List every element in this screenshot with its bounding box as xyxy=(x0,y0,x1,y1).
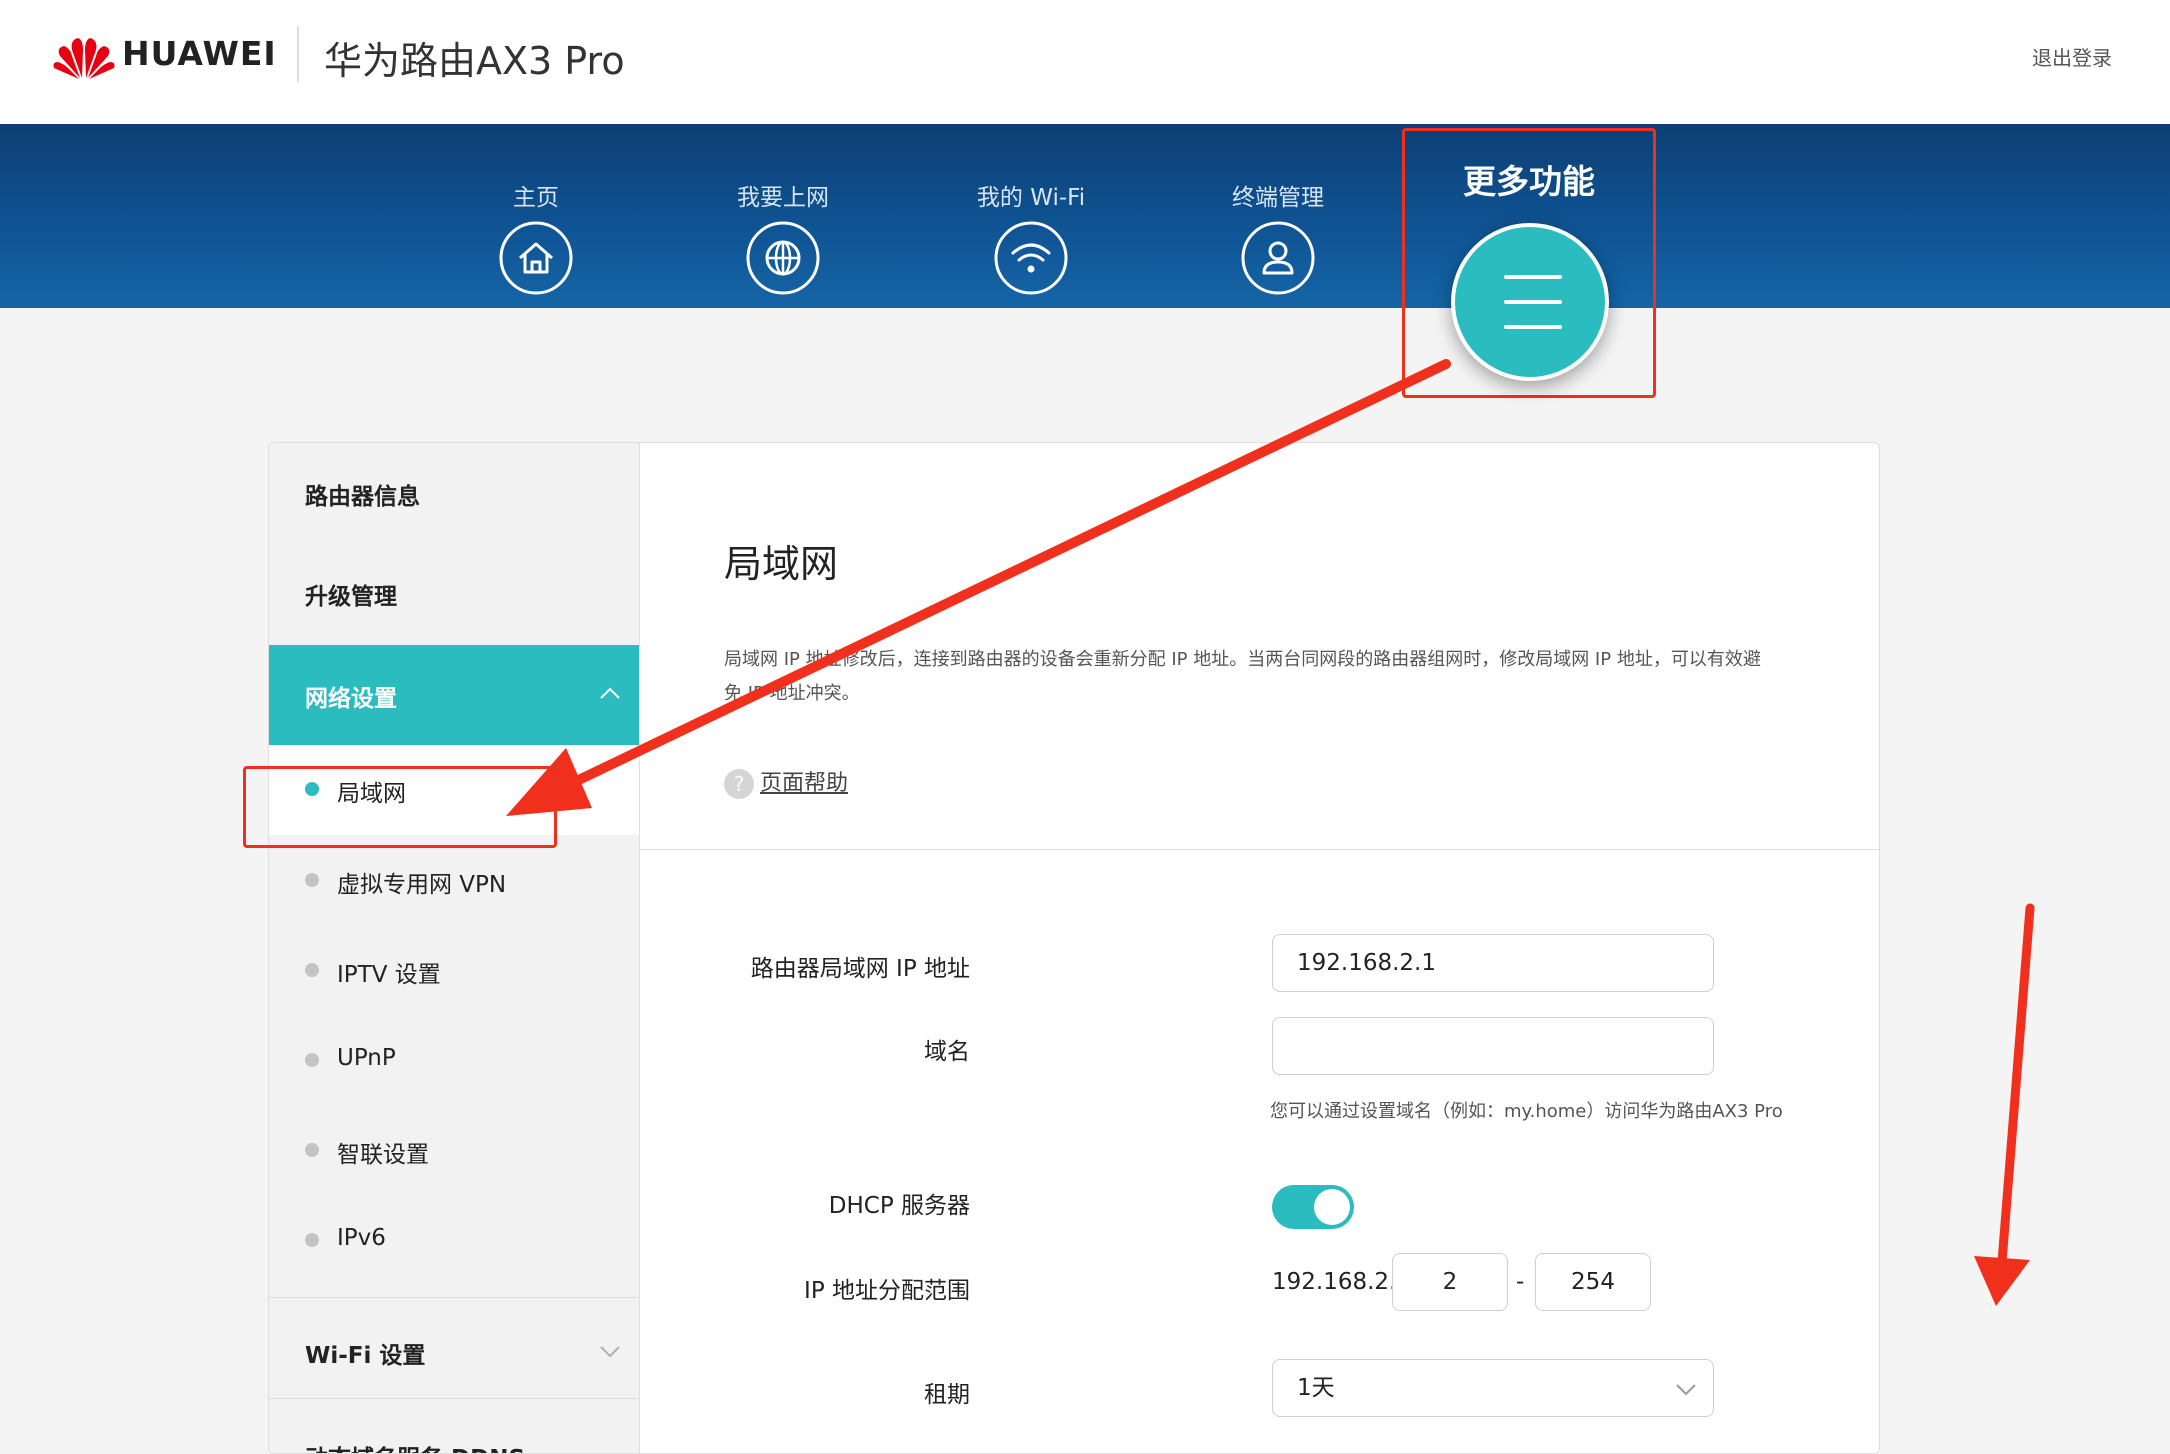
dhcp-label: DHCP 服务器 xyxy=(828,1193,970,1219)
lan-ip-input[interactable]: 192.168.2.1 xyxy=(1272,934,1714,992)
nav-item-wifi[interactable]: 我的 Wi-Fi xyxy=(956,178,1106,296)
sidebar-item-upgrade[interactable]: 升级管理 xyxy=(269,543,639,643)
chevron-up-icon xyxy=(600,687,620,699)
logout-link[interactable]: 退出登录 xyxy=(2032,42,2112,71)
globe-icon xyxy=(746,221,820,295)
ip-range-start-input[interactable]: 2 xyxy=(1392,1253,1508,1311)
page-description: 局域网 IP 地址修改后，连接到路由器的设备会重新分配 IP 地址。当两台同网段… xyxy=(724,649,1761,704)
more-functions-button[interactable]: 更多功能 xyxy=(1402,128,1656,398)
nav-item-label: 我的 Wi-Fi xyxy=(976,185,1086,211)
bullet-dot xyxy=(305,1053,319,1067)
domain-hint: 您可以通过设置域名（例如：my.home）访问华为路由AX3 Pro xyxy=(1270,1101,1783,1122)
sidebar: 路由器信息 升级管理 网络设置 局域网 虚拟专用网 VPN IPTV 设置 UP… xyxy=(269,443,640,1453)
nav-item-label: 终端管理 xyxy=(1232,185,1324,211)
sidebar-item-label: 动态域名服务 DDNS xyxy=(305,1439,525,1453)
content-area: 局域网 局域网 IP 地址修改后，连接到路由器的设备会重新分配 IP 地址。当两… xyxy=(640,443,1879,1453)
sidebar-subitem-label: UPnP xyxy=(337,1045,396,1071)
toggle-knob xyxy=(1314,1189,1350,1225)
domain-label: 域名 xyxy=(924,1039,970,1065)
sidebar-item-ddns[interactable]: 动态域名服务 DDNS xyxy=(269,1399,639,1453)
bullet-dot xyxy=(305,1233,319,1247)
sidebar-subitem-label: 智联设置 xyxy=(337,1142,429,1168)
nav-item-home[interactable]: 主页 xyxy=(461,178,611,296)
nav-item-label: 主页 xyxy=(513,185,559,211)
sidebar-item-label: 网络设置 xyxy=(305,686,397,712)
nav-item-label: 我要上网 xyxy=(737,185,829,211)
sidebar-subitem-smart-connect[interactable]: 智联设置 xyxy=(269,1105,639,1195)
brand-name: HUAWEI xyxy=(122,34,277,73)
bullet-dot xyxy=(305,1143,319,1157)
header-divider xyxy=(297,26,299,82)
chevron-down-icon xyxy=(600,1346,620,1358)
ip-range-label: IP 地址分配范围 xyxy=(804,1278,970,1304)
sidebar-subitem-label: IPv6 xyxy=(337,1225,386,1251)
ip-range-end-input[interactable]: 254 xyxy=(1535,1253,1651,1311)
annotation-highlight-box xyxy=(243,766,557,848)
sidebar-item-router-info[interactable]: 路由器信息 xyxy=(269,443,639,543)
bullet-dot xyxy=(305,963,319,977)
sidebar-subitem-upnp[interactable]: UPnP xyxy=(269,1015,639,1105)
home-icon xyxy=(499,221,573,295)
page-help-link[interactable]: ? 页面帮助 xyxy=(724,765,848,799)
ip-range-separator: - xyxy=(1516,1269,1525,1295)
domain-input[interactable] xyxy=(1272,1017,1714,1075)
bullet-dot xyxy=(305,873,319,887)
sidebar-subitem-ipv6[interactable]: IPv6 xyxy=(269,1195,639,1285)
top-header: HUAWEI 华为路由AX3 Pro 退出登录 xyxy=(0,0,2170,124)
wifi-icon xyxy=(994,221,1068,295)
sidebar-subitem-vpn[interactable]: 虚拟专用网 VPN xyxy=(269,835,639,925)
sidebar-subitem-label: IPTV 设置 xyxy=(337,962,441,988)
menu-icon[interactable] xyxy=(1451,223,1609,381)
annotation-arrow-down xyxy=(1974,903,2035,1306)
sidebar-item-label: 升级管理 xyxy=(305,584,397,610)
sidebar-item-label: Wi-Fi 设置 xyxy=(305,1343,426,1369)
sidebar-item-wifi-settings[interactable]: Wi-Fi 设置 xyxy=(269,1298,639,1398)
product-name: 华为路由AX3 Pro xyxy=(324,39,625,83)
more-functions-label: 更多功能 xyxy=(1463,162,1595,201)
settings-panel: 路由器信息 升级管理 网络设置 局域网 虚拟专用网 VPN IPTV 设置 UP… xyxy=(268,442,1880,1454)
nav-item-devices[interactable]: 终端管理 xyxy=(1203,178,1353,296)
help-label: 页面帮助 xyxy=(760,771,849,796)
help-icon: ? xyxy=(724,769,754,799)
chevron-down-icon xyxy=(1676,1384,1696,1396)
lease-select-value: 1天 xyxy=(1297,1375,1335,1401)
sidebar-item-label: 路由器信息 xyxy=(305,484,420,510)
nav-item-internet[interactable]: 我要上网 xyxy=(708,178,858,296)
lease-select[interactable]: 1天 xyxy=(1272,1359,1714,1417)
lan-ip-label: 路由器局域网 IP 地址 xyxy=(750,956,970,982)
huawei-logo xyxy=(53,38,115,79)
section-divider xyxy=(640,849,1879,850)
sidebar-subitem-iptv[interactable]: IPTV 设置 xyxy=(269,925,639,1015)
page-title: 局域网 xyxy=(724,542,839,586)
sidebar-item-network[interactable]: 网络设置 xyxy=(269,645,639,745)
sidebar-subitem-label: 虚拟专用网 VPN xyxy=(337,872,507,898)
ip-range-prefix: 192.168.2. xyxy=(1272,1269,1397,1295)
dhcp-toggle[interactable] xyxy=(1272,1185,1354,1229)
user-icon xyxy=(1241,221,1315,295)
lease-label: 租期 xyxy=(924,1382,970,1408)
